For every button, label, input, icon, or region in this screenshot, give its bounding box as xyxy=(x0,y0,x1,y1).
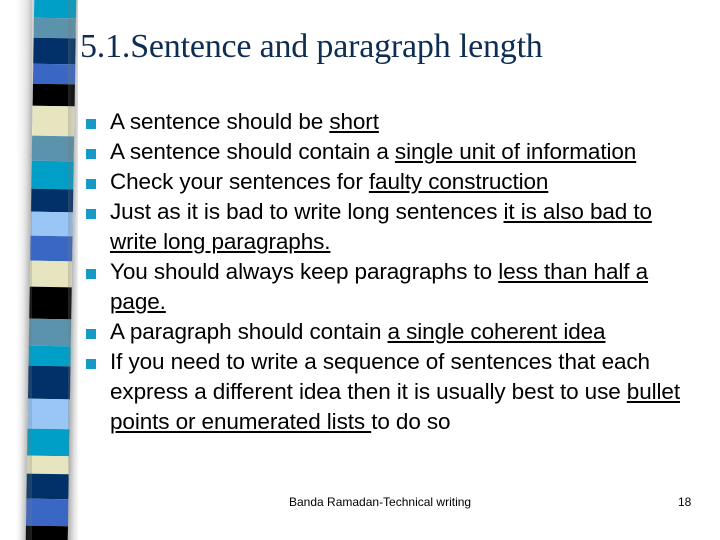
underlined-phrase: single unit of information xyxy=(394,139,637,164)
bullet-item-text: A paragraph should contain a single cohe… xyxy=(110,317,702,347)
left-color-stripe-band xyxy=(0,0,78,540)
footer-author-label: Banda Ramadan-Technical writing xyxy=(289,495,472,509)
underlined-phrase: short xyxy=(329,109,379,134)
bullet-item: A sentence should contain a single unit … xyxy=(86,137,702,167)
stripe-segment xyxy=(31,160,74,190)
plain-phrase: A paragraph should contain xyxy=(110,319,388,344)
plain-phrase: to do so xyxy=(371,409,451,434)
bullet-item: Check your sentences for faulty construc… xyxy=(86,167,702,197)
plain-phrase: Just as it is bad to write long sentence… xyxy=(110,199,504,224)
stripe-segment xyxy=(25,498,69,527)
footer-page-number: 18 xyxy=(678,495,692,509)
square-bullet-icon xyxy=(86,209,96,219)
stripe-segment xyxy=(27,365,71,400)
square-bullet-icon xyxy=(86,149,96,159)
stripe-segment xyxy=(27,398,70,430)
stripe-stack xyxy=(25,0,77,540)
bullet-item-text: If you need to write a sequence of sente… xyxy=(110,347,702,437)
bullet-item-text: Check your sentences for faulty construc… xyxy=(110,167,702,197)
stripe-segment xyxy=(32,105,75,137)
bullet-item-text: A sentence should contain a single unit … xyxy=(110,137,702,167)
stripe-segment xyxy=(26,455,70,475)
stripe-segment xyxy=(28,318,72,347)
stripe-segment xyxy=(25,525,68,540)
bullet-item-text: Just as it is bad to write long sentence… xyxy=(110,197,702,257)
stripe-segment xyxy=(27,428,70,457)
square-bullet-icon xyxy=(86,359,96,369)
bullet-item: A paragraph should contain a single cohe… xyxy=(86,317,702,347)
stripe-segment xyxy=(33,37,76,65)
stripe-segment xyxy=(29,260,73,288)
bullet-item: If you need to write a sequence of sente… xyxy=(86,347,702,437)
page-title: 5.1.Sentence and paragraph length xyxy=(80,28,543,65)
plain-phrase: A sentence should contain a xyxy=(110,139,395,164)
stripe-segment xyxy=(29,286,72,320)
bullet-item: Just as it is bad to write long sentence… xyxy=(86,197,702,257)
bullet-item: You should always keep paragraphs to les… xyxy=(86,257,702,317)
plain-phrase: Check your sentences for xyxy=(110,169,369,194)
plain-phrase: You should always keep paragraphs to xyxy=(110,259,499,284)
stripe-segment xyxy=(30,188,74,213)
stripe-segment xyxy=(33,17,76,39)
plain-phrase: A sentence should be xyxy=(110,109,330,134)
plain-phrase: If you need to write a sequence of sente… xyxy=(110,349,650,404)
stripe-segment xyxy=(31,135,75,162)
stripe-segment xyxy=(33,0,77,19)
square-bullet-icon xyxy=(86,179,96,189)
stripe-segment xyxy=(30,211,73,237)
stripe-segment xyxy=(30,235,73,262)
square-bullet-icon xyxy=(86,329,96,339)
underlined-phrase: faulty construction xyxy=(368,169,549,194)
bullet-list: A sentence should be short A sentence sho… xyxy=(86,107,702,437)
bullet-item-text: You should always keep paragraphs to les… xyxy=(110,257,702,317)
stripe-segment xyxy=(28,345,71,367)
underlined-phrase: a single coherent idea xyxy=(387,319,606,344)
bullet-item: A sentence should be short xyxy=(86,107,702,137)
bullet-item-text: A sentence should be short xyxy=(110,107,702,137)
square-bullet-icon xyxy=(86,119,96,129)
stripe-segment xyxy=(32,83,75,107)
stripe-segment xyxy=(32,63,76,85)
square-bullet-icon xyxy=(86,269,96,279)
slide-canvas: 5.1.Sentence and paragraph length A sent… xyxy=(0,0,720,540)
stripe-segment xyxy=(26,473,69,500)
